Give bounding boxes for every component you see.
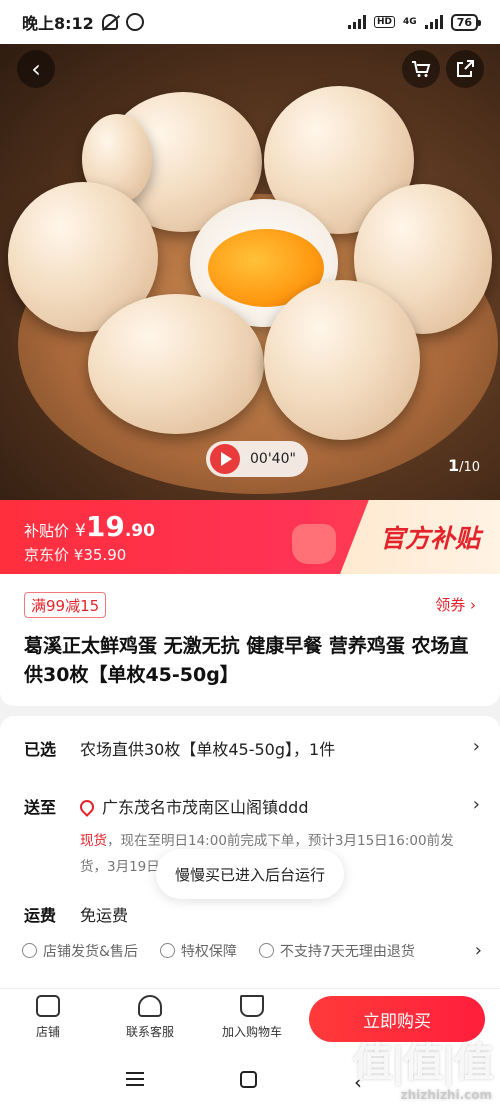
recent-apps-icon[interactable] <box>126 1072 144 1086</box>
status-time: 晚上8:12 <box>22 14 94 33</box>
smile-icon <box>159 943 175 958</box>
freight-row: 运费 免运费 <box>24 902 480 926</box>
share-button[interactable] <box>446 50 484 88</box>
jd-price-value: ¥35.90 <box>73 546 127 564</box>
signal-icon <box>348 15 367 29</box>
pager-total: /10 <box>459 460 480 475</box>
freight-label: 运费 <box>24 906 57 925</box>
customer-service-button[interactable]: 联系客服 <box>126 995 174 1040</box>
home-icon[interactable] <box>240 1071 257 1088</box>
battery-indicator: 76 <box>450 13 482 31</box>
video-duration: 00'40" <box>250 451 296 467</box>
status-bar: 晚上8:12 HD 4G 76 <box>0 0 500 44</box>
signal-2-icon <box>424 15 443 29</box>
background-running-toast: 慢慢买已进入后台运行 <box>156 849 344 899</box>
product-title: 葛溪正太鲜鸡蛋 无激无抗 健康早餐 营养鸡蛋 农场直供30枚【单枚45-50g】 <box>24 635 469 686</box>
subsidy-price-integer: 19 <box>85 510 125 543</box>
store-label: 店铺 <box>36 1025 61 1039</box>
location-pin-icon <box>77 797 97 817</box>
official-subsidy-text: 官方补贴 <box>379 524 480 553</box>
chevron-right-icon: › <box>472 736 480 757</box>
address-value: 广东茂名市茂南区山阁镇ddd <box>102 798 309 817</box>
product-image-gallery[interactable] <box>0 44 500 500</box>
service-label: 联系客服 <box>126 1025 175 1039</box>
get-coupon-link[interactable]: 领券 › <box>435 594 476 615</box>
subsidy-price-label: 补贴价 <box>24 522 70 540</box>
hd-badge: HD <box>374 16 396 28</box>
price-banner: 补贴价 ¥ 19 .90 京东价 ¥35.90 官方补贴 <box>0 500 500 574</box>
cart-icon <box>240 995 264 1017</box>
jd-price-label: 京东价 <box>24 546 70 564</box>
cart-button[interactable] <box>402 50 440 88</box>
watermark-logo: 值|值|值 <box>352 1040 494 1086</box>
alarm-icon <box>125 13 144 31</box>
add-to-cart-button[interactable]: 加入购物车 <box>222 995 282 1040</box>
guarantees-row[interactable]: 店铺发货&售后 特权保障 不支持7天无理由退货 › <box>22 940 482 961</box>
network-type: 4G <box>403 16 417 27</box>
watermark-url: zhizhizhi.com <box>400 1088 492 1102</box>
back-button[interactable]: ‹ <box>17 50 55 88</box>
headset-icon <box>138 995 162 1017</box>
info-icon <box>258 943 274 958</box>
egg <box>264 280 420 440</box>
egg <box>88 294 264 434</box>
store-button[interactable]: 店铺 <box>36 995 60 1040</box>
play-icon <box>210 444 240 474</box>
chevron-left-icon: ‹ <box>31 55 41 83</box>
ship-to-row[interactable]: 送至 广东茂名市茂南区山阁镇ddd › <box>24 794 480 818</box>
red-envelope-icon <box>292 524 336 564</box>
official-subsidy-badge: 官方补贴 <box>340 500 500 574</box>
selected-spec-row[interactable]: 已选 农场直供30枚【单枚45-50g】，1件 › <box>24 736 480 760</box>
ship-to-label: 送至 <box>24 798 57 817</box>
share-icon <box>457 60 474 77</box>
video-play-button[interactable]: 00'40" <box>206 441 308 477</box>
selected-value: 农场直供30枚【单枚45-50g】，1件 <box>80 740 336 759</box>
selected-label: 已选 <box>24 740 57 759</box>
guarantee-item: 不支持7天无理由退货 <box>279 943 415 960</box>
freight-value: 免运费 <box>80 906 129 925</box>
add-to-cart-label: 加入购物车 <box>222 1025 283 1039</box>
smile-icon <box>22 943 37 958</box>
site-watermark: 值|值|值 zhizhizhi.com <box>352 1030 494 1102</box>
store-icon <box>36 995 60 1017</box>
chevron-right-icon: › <box>474 940 482 961</box>
chevron-right-icon: › <box>472 794 480 815</box>
cart-icon <box>412 61 431 77</box>
subsidy-price-decimal: .90 <box>124 521 155 541</box>
guarantee-item: 店铺发货&售后 <box>43 943 138 960</box>
coupon-tag[interactable]: 满99减15 <box>24 592 107 618</box>
pager-current: 1 <box>447 456 460 475</box>
guarantee-item: 特权保障 <box>180 943 237 960</box>
product-info-card: 满99减15 领券 › 葛溪正太鲜鸡蛋 无激无抗 健康早餐 营养鸡蛋 农场直供3… <box>0 574 500 706</box>
currency-symbol: ¥ <box>75 521 86 541</box>
in-stock-label: 现货 <box>80 833 107 849</box>
image-pager: 1/10 <box>448 456 480 475</box>
mute-bell-icon <box>101 14 118 30</box>
